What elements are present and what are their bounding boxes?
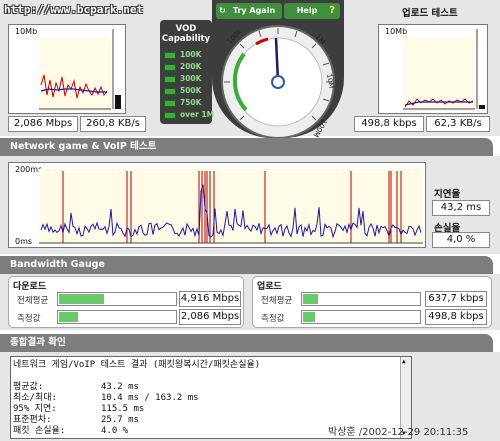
- download-graph: 10Mb: [8, 24, 126, 114]
- vod-led: [164, 112, 176, 119]
- upload-measured-value: 498,8 kbps: [425, 309, 487, 325]
- latency-plot: [39, 169, 423, 244]
- download-gauge-group: 다운로드 전체평균 4,916 Mbps 측정값 2,086 Mbps: [8, 276, 244, 328]
- vod-panel: VOD Capability 100K 200K 300K 500K 750K …: [160, 20, 214, 124]
- download-gauge-title: 다운로드: [13, 282, 47, 292]
- speed-dial: 100k 1M 10M 100M: [221, 25, 335, 138]
- vod-led: [164, 52, 176, 59]
- download-level-bar: [115, 95, 121, 109]
- download-graph-plot: [39, 29, 121, 110]
- gauge-panel: ↻ Try Again Help ? 100k 1M 10M 100M: [212, 0, 344, 138]
- upload-avg-value: 637,7 kbps: [425, 291, 487, 307]
- vod-title: VOD Capability: [161, 24, 211, 44]
- vod-led: [164, 100, 176, 107]
- site-url: http://www.bcpark.net: [4, 3, 144, 16]
- refresh-icon: ↻: [219, 6, 226, 15]
- upload-graph-plot: [403, 29, 485, 110]
- vod-led: [164, 76, 176, 83]
- download-avg-fill: [59, 294, 104, 304]
- upload-graph: 10Mb: [378, 24, 488, 114]
- latency-graph: 200ms 0ms: [8, 162, 426, 248]
- upload-avg-bar: [301, 292, 421, 306]
- download-avg-value: 4,916 Mbps: [179, 291, 241, 307]
- download-measured-label: 측정값: [17, 314, 41, 324]
- try-again-button[interactable]: ↻ Try Again: [216, 3, 282, 19]
- vod-led: [164, 88, 176, 95]
- scroll-up-arrow-icon[interactable]: ▲: [402, 358, 406, 365]
- results-header-line: 네트워크 게임/VoIP 테스트 결과 (패킷왕복시간/패킷손실율): [13, 360, 261, 370]
- result-row-loss: 패킷 손실율: 4.0 %: [13, 426, 129, 436]
- download-measured-bar: [57, 310, 177, 324]
- dial-hub: [271, 75, 285, 89]
- help-icon: ?: [329, 5, 335, 16]
- help-button[interactable]: Help ?: [284, 3, 340, 19]
- download-speed: 2,086 Mbps: [8, 116, 78, 132]
- download-avg-label: 전체평균: [17, 296, 49, 306]
- download-measured-value: 2,086 Mbps: [179, 309, 241, 325]
- bandwidth-section-header: Bandwidth Gauge: [0, 256, 493, 274]
- latency-value: 43,2 ms: [432, 200, 490, 216]
- upload-speed: 498,8 kbps: [354, 116, 424, 132]
- upload-gauge-group: 업로드 전체평균 637,7 kbps 측정값 498,8 kbps: [252, 276, 492, 328]
- upload-gauge-title: 업로드: [257, 282, 282, 292]
- download-measured-fill: [59, 312, 78, 322]
- network-section-header: Network game & VoIP 테스트: [0, 138, 493, 156]
- upload-measured-label: 측정값: [261, 314, 285, 324]
- latency-label: 지연율: [434, 189, 461, 200]
- upload-measured-fill: [303, 312, 315, 322]
- upload-title: 업로드 테스트: [402, 8, 458, 19]
- upload-avg-label: 전체평균: [261, 296, 293, 306]
- upload-level-bar: [479, 105, 485, 109]
- upload-avg-fill: [303, 294, 319, 304]
- results-section-header: 종합결과 확인: [0, 334, 493, 352]
- vod-led: [164, 64, 176, 71]
- download-rate: 260,8 KB/s: [80, 116, 146, 132]
- loss-value: 4,0 %: [432, 232, 490, 248]
- upload-rate: 62,3 KB/s: [426, 116, 490, 132]
- download-avg-bar: [57, 292, 177, 306]
- upload-measured-bar: [301, 310, 421, 324]
- footer-signature: 박상훈 /2002-12-29 20:11:35: [328, 427, 469, 438]
